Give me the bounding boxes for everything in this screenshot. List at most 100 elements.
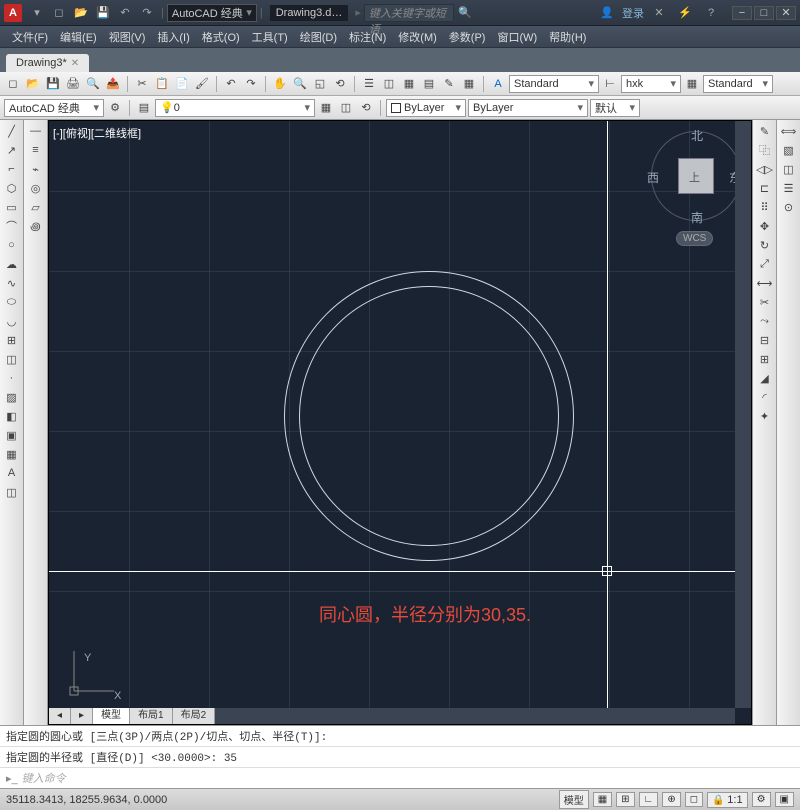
ucs-icon[interactable] — [59, 641, 119, 704]
close-tab-icon[interactable]: ✕ — [71, 58, 79, 69]
tab-nav-left[interactable]: ◂ — [49, 708, 71, 724]
scrollbar-horizontal[interactable]: ◂ ▸ 模型 布局1 布局2 — [49, 708, 735, 724]
viewcube-west[interactable]: 西 — [647, 169, 659, 186]
redo-icon[interactable]: ↷ — [138, 4, 156, 22]
stretch-icon[interactable]: ⟷ — [756, 274, 774, 292]
polygon-icon[interactable]: ⬡ — [3, 179, 21, 197]
layer-state-icon[interactable]: ▦ — [317, 99, 335, 117]
ray-icon[interactable]: ↗ — [3, 141, 21, 159]
donut-icon[interactable]: ◎ — [27, 179, 45, 197]
copy-icon[interactable]: 📋 — [153, 75, 171, 93]
cut-icon[interactable]: ✂ — [133, 75, 151, 93]
xline-icon[interactable]: — — [27, 122, 45, 140]
color-dropdown[interactable]: ByLayer▾ — [386, 99, 466, 117]
lineweight-dropdown[interactable]: 默认▾ — [590, 99, 640, 117]
explode-icon[interactable]: ✦ — [756, 407, 774, 425]
dist-icon[interactable]: ⟺ — [780, 122, 798, 140]
tab-layout1[interactable]: 布局1 — [130, 708, 173, 724]
tool-palette-icon[interactable]: ▦ — [400, 75, 418, 93]
gear-icon[interactable]: ⚙ — [106, 99, 124, 117]
layer-prev-icon[interactable]: ⟲ — [357, 99, 375, 117]
circle-r30[interactable] — [299, 286, 559, 546]
extend-icon[interactable]: ⤳ — [756, 312, 774, 330]
app-logo[interactable]: A — [4, 4, 22, 22]
circle-icon[interactable]: ○ — [3, 236, 21, 254]
model-button[interactable]: 模型 — [559, 790, 589, 809]
coords-display[interactable]: 35118.3413, 18255.9634, 0.0000 — [6, 794, 167, 806]
point-icon[interactable]: · — [3, 369, 21, 387]
rectangle-icon[interactable]: ▭ — [3, 198, 21, 216]
clean-screen-icon[interactable]: ▣ — [775, 792, 794, 807]
calc-icon[interactable]: ▦ — [460, 75, 478, 93]
design-center-icon[interactable]: ◫ — [380, 75, 398, 93]
new-icon[interactable]: ◻ — [50, 4, 68, 22]
viewcube-south[interactable]: 南 — [691, 209, 703, 226]
table-style-icon[interactable]: ▦ — [683, 75, 701, 93]
chamfer-icon[interactable]: ◢ — [756, 369, 774, 387]
break-icon[interactable]: ⊟ — [756, 331, 774, 349]
linetype-dropdown[interactable]: ByLayer▾ — [468, 99, 588, 117]
tab-model[interactable]: 模型 — [93, 708, 130, 724]
ortho-toggle[interactable]: ∟ — [639, 792, 659, 807]
menu-file[interactable]: 文件(F) — [6, 27, 54, 47]
layer-dropdown[interactable]: 💡 0▾ — [155, 99, 315, 117]
layer-iso-icon[interactable]: ◫ — [337, 99, 355, 117]
join-icon[interactable]: ⊞ — [756, 350, 774, 368]
viewcube[interactable]: 上 北 南 东 西 WCS — [651, 131, 741, 251]
tab-nav-right[interactable]: ▸ — [71, 708, 93, 724]
exchange-icon[interactable]: ✕ — [650, 4, 668, 22]
dim-style-icon[interactable]: ⊢ — [601, 75, 619, 93]
menu-insert[interactable]: 插入(I) — [151, 27, 195, 47]
array-icon[interactable]: ⠿ — [756, 198, 774, 216]
open-icon[interactable]: 📂 — [72, 4, 90, 22]
list-icon[interactable]: ☰ — [780, 179, 798, 197]
open-file-icon[interactable]: 📂 — [24, 75, 42, 93]
id-icon[interactable]: ⊙ — [780, 198, 798, 216]
copy2-icon[interactable]: ⿻ — [756, 141, 774, 159]
revcloud-icon[interactable]: ☁ — [3, 255, 21, 273]
search-icon[interactable]: 🔍 — [456, 4, 474, 22]
fillet-icon[interactable]: ◜ — [756, 388, 774, 406]
menu-tools[interactable]: 工具(T) — [246, 27, 294, 47]
polar-toggle[interactable]: ⊕ — [662, 792, 680, 807]
hatch-icon[interactable]: ▨ — [3, 388, 21, 406]
snap-toggle[interactable]: ⊞ — [616, 792, 634, 807]
table-style-dropdown[interactable]: Standard▾ — [703, 75, 773, 93]
massprop-icon[interactable]: ◫ — [780, 160, 798, 178]
make-block-icon[interactable]: ◫ — [3, 350, 21, 368]
offset-icon[interactable]: ⊏ — [756, 179, 774, 197]
menu-window[interactable]: 窗口(W) — [491, 27, 543, 47]
print-icon[interactable]: 🖨 — [64, 75, 82, 93]
tab-layout2[interactable]: 布局2 — [173, 708, 216, 724]
sheet-set-icon[interactable]: ▤ — [420, 75, 438, 93]
mtext-icon[interactable]: A — [3, 464, 21, 482]
spline-icon[interactable]: ∿ — [3, 274, 21, 292]
user-icon[interactable]: 👤 — [598, 4, 616, 22]
trim-icon[interactable]: ✂ — [756, 293, 774, 311]
ellipse-icon[interactable]: ⬭ — [3, 293, 21, 311]
zoom-prev-icon[interactable]: ⟲ — [331, 75, 349, 93]
grid-toggle[interactable]: ▦ — [593, 792, 612, 807]
table-icon[interactable]: ▦ — [3, 445, 21, 463]
search-input[interactable]: 键入关键字或短语 — [364, 4, 454, 22]
properties-icon[interactable]: ☰ — [360, 75, 378, 93]
menu-help[interactable]: 帮助(H) — [543, 27, 592, 47]
menu-modify[interactable]: 修改(M) — [392, 27, 443, 47]
zoom-window-icon[interactable]: ◱ — [311, 75, 329, 93]
menu-parametric[interactable]: 参数(P) — [443, 27, 492, 47]
addselect-icon[interactable]: ◫ — [3, 483, 21, 501]
zoom-icon[interactable]: 🔍 — [291, 75, 309, 93]
pan-icon[interactable]: ✋ — [271, 75, 289, 93]
star-icon[interactable]: ⚡ — [676, 4, 694, 22]
workspace2-dropdown[interactable]: AutoCAD 经典▾ — [4, 99, 104, 117]
gear-status-icon[interactable]: ⚙ — [752, 792, 771, 807]
menu-view[interactable]: 视图(V) — [103, 27, 152, 47]
drawing-canvas[interactable]: [-][俯视][二维线框] 同心圆，半径分别为30,35. Y X 上 北 南 … — [48, 120, 752, 725]
scrollbar-vertical[interactable] — [735, 121, 751, 708]
mirror-icon[interactable]: ◁▷ — [756, 160, 774, 178]
wcs-badge[interactable]: WCS — [676, 231, 713, 246]
help-icon[interactable]: ? — [702, 4, 720, 22]
redo-btn-icon[interactable]: ↷ — [242, 75, 260, 93]
pline-icon[interactable]: ⌐ — [3, 160, 21, 178]
line-icon[interactable]: ╱ — [3, 122, 21, 140]
